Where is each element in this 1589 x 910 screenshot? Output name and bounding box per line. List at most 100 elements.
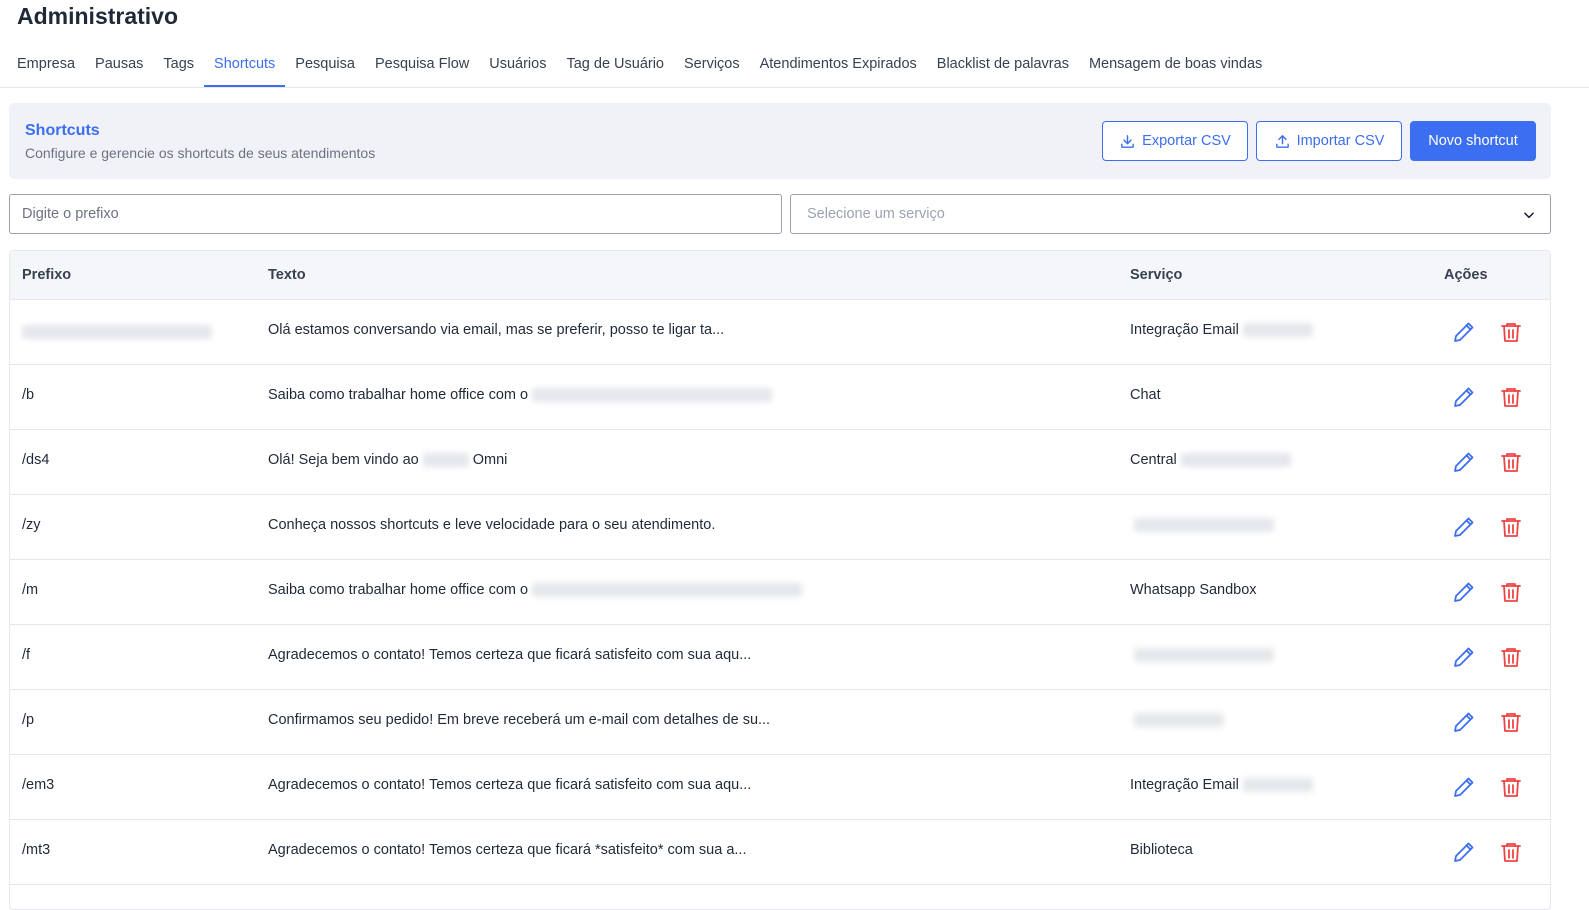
cell-text: Conheça nossos shortcuts e leve velocida…: [268, 517, 715, 533]
table-row: /f Agradecemos o contato! Temos certeza q…: [10, 625, 1550, 690]
new-shortcut-button[interactable]: Novo shortcut: [1410, 121, 1536, 161]
tab-atendimentos-expirados[interactable]: Atendimentos Expirados: [750, 44, 927, 87]
pencil-icon[interactable]: [1452, 840, 1476, 864]
table-row: /m Saiba como trabalhar home office com o…: [10, 560, 1550, 625]
cell-text: Olá! Seja bem vindo ao Omni: [268, 452, 507, 468]
table-body: Olá estamos conversando via email, mas s…: [10, 300, 1550, 885]
table-row: /zy Conheça nossos shortcuts e leve veloc…: [10, 495, 1550, 560]
cell-service: Whatsapp Sandbox: [1130, 582, 1257, 598]
cell-text: Olá estamos conversando via email, mas s…: [268, 322, 724, 338]
column-header-prefix: Prefixo: [22, 267, 72, 283]
pencil-icon[interactable]: [1452, 385, 1476, 409]
tab-blacklist-de-palavras[interactable]: Blacklist de palavras: [927, 44, 1079, 87]
tab-tag-de-usuario[interactable]: Tag de Usuário: [556, 44, 674, 87]
pencil-icon[interactable]: [1452, 710, 1476, 734]
export-csv-button[interactable]: Exportar CSV: [1102, 121, 1248, 161]
trash-icon[interactable]: [1499, 320, 1523, 344]
cell-prefix: /b: [22, 387, 35, 403]
column-header-text: Texto: [268, 267, 306, 283]
trash-icon[interactable]: [1499, 515, 1523, 539]
table-row: /p Confirmamos seu pedido! Em breve receb…: [10, 690, 1550, 755]
table-row: /b Saiba como trabalhar home office com o…: [10, 365, 1550, 430]
tab-pesquisa-flow[interactable]: Pesquisa Flow: [365, 44, 479, 87]
shortcuts-header-card: Shortcuts Configure e gerencie os shortc…: [9, 103, 1551, 179]
cell-text-suffix: Omni: [472, 452, 508, 468]
prefix-search-input[interactable]: [9, 194, 782, 234]
redacted-service: [1180, 453, 1291, 468]
cell-text-content: Agradecemos o contato! Temos certeza que…: [268, 777, 752, 793]
cell-prefix: /mt3: [22, 842, 51, 858]
trash-icon[interactable]: [1499, 450, 1523, 474]
cell-text-content: Saiba como trabalhar home office com o: [268, 582, 529, 598]
cell-service: Chat: [1130, 387, 1161, 403]
cell-service-name: Integração Email: [1130, 777, 1239, 793]
trash-icon[interactable]: [1499, 775, 1523, 799]
tab-shortcuts[interactable]: Shortcuts: [204, 44, 286, 87]
chevron-down-icon: [1524, 212, 1534, 219]
cell-service: [1130, 712, 1224, 728]
cell-text: Saiba como trabalhar home office com o: [268, 582, 803, 598]
column-header-actions: Ações: [1444, 267, 1488, 283]
cell-service-name: Integração Email: [1130, 322, 1239, 338]
shortcuts-table: Prefixo Texto Serviço Ações Olá estamos …: [9, 250, 1551, 910]
cell-service: Biblioteca: [1130, 842, 1193, 858]
upload-icon: [1275, 134, 1289, 148]
trash-icon[interactable]: [1499, 580, 1523, 604]
page-title: Administrativo: [17, 3, 179, 29]
table-row: /em3 Agradecemos o contato! Temos certeza…: [10, 755, 1550, 820]
redacted-service: [1134, 713, 1224, 728]
download-icon: [1121, 134, 1135, 148]
redacted-service: [1134, 648, 1274, 663]
redacted-service: [1134, 518, 1274, 533]
service-select[interactable]: Selecione um serviço: [790, 194, 1551, 234]
service-select-placeholder: Selecione um serviço: [807, 206, 945, 222]
redacted-text: [422, 453, 469, 468]
cell-text: Agradecemos o contato! Temos certeza que…: [268, 777, 751, 793]
trash-icon[interactable]: [1499, 645, 1523, 669]
pencil-icon[interactable]: [1452, 320, 1476, 344]
pencil-icon[interactable]: [1452, 645, 1476, 669]
cell-prefix: /m: [22, 582, 39, 598]
redacted-text: [532, 583, 803, 598]
redacted-text: [532, 388, 773, 403]
cell-service-name: Whatsapp Sandbox: [1130, 582, 1257, 598]
table-row: /mt3 Agradecemos o contato! Temos certeza…: [10, 820, 1550, 885]
cell-service: Integração Email: [1130, 777, 1313, 793]
cell-prefix: /ds4: [22, 452, 50, 468]
cell-text-content: Olá! Seja bem vindo ao: [268, 452, 419, 468]
redacted-service: [1242, 778, 1313, 793]
import-csv-label: Importar CSV: [1296, 133, 1385, 149]
new-shortcut-label: Novo shortcut: [1428, 133, 1518, 149]
tab-pausas[interactable]: Pausas: [85, 44, 153, 87]
cell-text-content: Saiba como trabalhar home office com o: [268, 387, 529, 403]
redacted-service: [1242, 323, 1313, 338]
cell-prefix: /em3: [22, 777, 55, 793]
tab-tags[interactable]: Tags: [153, 44, 204, 87]
pencil-icon[interactable]: [1452, 775, 1476, 799]
pencil-icon[interactable]: [1452, 580, 1476, 604]
pencil-icon[interactable]: [1452, 515, 1476, 539]
cell-service-name: Biblioteca: [1130, 842, 1193, 858]
cell-text-content: Agradecemos o contato! Temos certeza que…: [268, 647, 752, 663]
tab-servicos[interactable]: Serviços: [674, 44, 750, 87]
cell-text-content: Confirmamos seu pedido! Em breve receber…: [268, 712, 771, 728]
cell-service-name: Chat: [1130, 387, 1161, 403]
cell-service: [1130, 647, 1274, 663]
tab-empresa[interactable]: Empresa: [7, 44, 85, 87]
trash-icon[interactable]: [1499, 385, 1523, 409]
trash-icon[interactable]: [1499, 710, 1523, 734]
trash-icon[interactable]: [1499, 840, 1523, 864]
pencil-icon[interactable]: [1452, 450, 1476, 474]
section-title: Shortcuts: [25, 122, 100, 139]
column-header-service: Serviço: [1130, 267, 1183, 283]
cell-text: Agradecemos o contato! Temos certeza que…: [268, 647, 751, 663]
table-row: Olá estamos conversando via email, mas s…: [10, 300, 1550, 365]
cell-text-content: Agradecemos o contato! Temos certeza que…: [268, 842, 747, 858]
table-header: Prefixo Texto Serviço Ações: [10, 251, 1550, 300]
cell-prefix: /zy: [22, 517, 41, 533]
tab-usuarios[interactable]: Usuários: [479, 44, 556, 87]
import-csv-button[interactable]: Importar CSV: [1256, 121, 1402, 161]
cell-text: Saiba como trabalhar home office com o: [268, 387, 773, 403]
tab-pesquisa[interactable]: Pesquisa: [285, 44, 365, 87]
tab-mensagem-de-boas-vindas[interactable]: Mensagem de boas vindas: [1079, 44, 1272, 87]
